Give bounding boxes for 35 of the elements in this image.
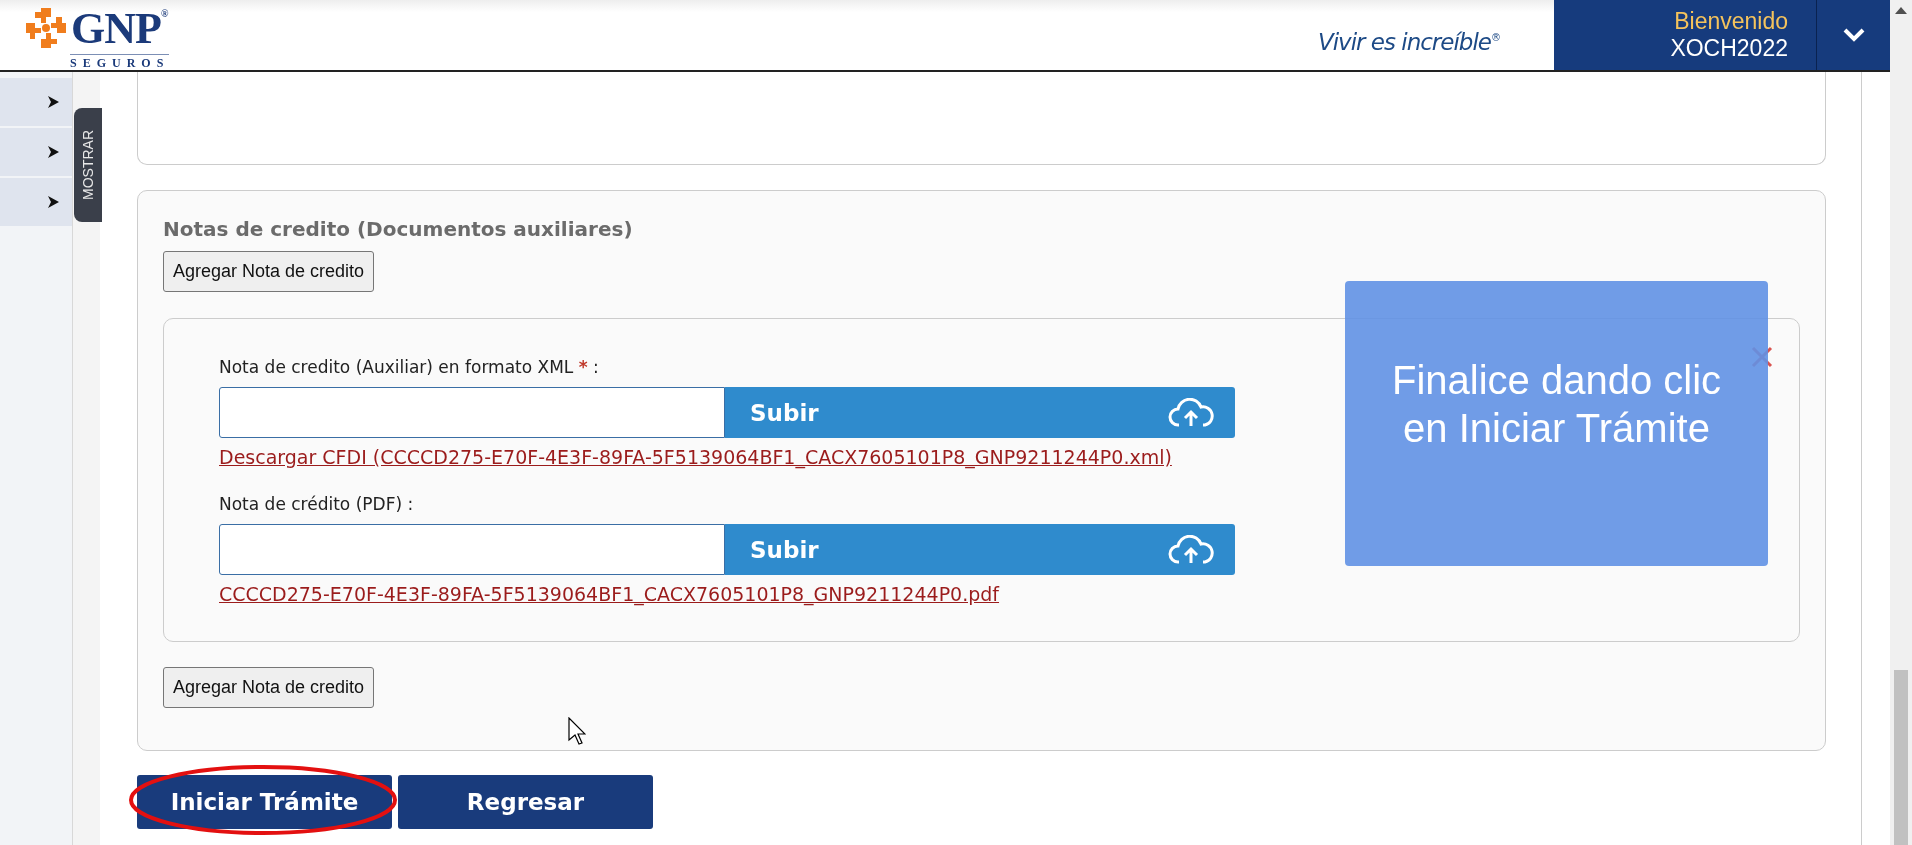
file-link[interactable]: Descargar CFDI (CCCCD275-E70F-4E3F-89FA-5F5139064BF1_CACX7605101P8_GNP9211244P0.xml) (219, 446, 1172, 468)
sidebar-item[interactable] (0, 178, 72, 226)
file-link[interactable]: CCCCD275-E70F-4E3F-89FA-5F5139064BF1_CACX7605101P8_GNP9211244P0.pdf (219, 583, 1000, 605)
section-title: Notas de credito (Documentos auxiliares) (163, 217, 633, 241)
logo-subtitle: SEGUROS (70, 54, 170, 71)
add-credit-note-button[interactable]: Agregar Nota de credito (163, 667, 375, 708)
greeting-text: Bienvenido (1674, 8, 1788, 35)
username-text: XOCH2022 (1670, 35, 1788, 62)
caret-right-icon (46, 195, 60, 209)
action-button[interactable]: Regresar (398, 775, 653, 829)
caret-right-icon (46, 145, 60, 159)
cloud-upload-icon (1167, 397, 1215, 428)
show-sidebar-tab[interactable]: MOSTRAR (74, 108, 102, 222)
action-button[interactable]: Iniciar Trámite (137, 775, 392, 829)
pointer-icon (568, 717, 586, 745)
file-input-field[interactable] (219, 387, 725, 438)
upload-button[interactable]: Subir (725, 387, 1235, 438)
field-label: Nota de credito (Auxiliar) en formato XML * : (219, 357, 599, 377)
chevron-down-icon (1842, 28, 1865, 42)
slogan: Vivir es increíble$^{®}$ (1317, 29, 1500, 55)
field-label: Nota de crédito (PDF) : (219, 494, 414, 514)
scrollbar-thumb[interactable] (1894, 670, 1908, 845)
user-menu-button[interactable] (1816, 0, 1890, 70)
add-credit-note-button[interactable]: Agregar Nota de credito (163, 251, 375, 292)
logo-icon (26, 8, 66, 48)
logo-wordmark: GNP® (71, 8, 169, 50)
sidebar-item[interactable] (0, 78, 72, 126)
upload-button[interactable]: Subir (725, 524, 1235, 575)
caret-right-icon (46, 95, 60, 109)
scroll-up-icon[interactable] (1895, 6, 1907, 14)
tooltip-text: Finalice dando clic en Iniciar Trámite (1390, 356, 1723, 452)
scrollbar[interactable] (1890, 0, 1912, 845)
file-input-field[interactable] (219, 524, 725, 575)
cloud-upload-icon (1167, 534, 1215, 565)
sidebar-item[interactable] (0, 128, 72, 176)
